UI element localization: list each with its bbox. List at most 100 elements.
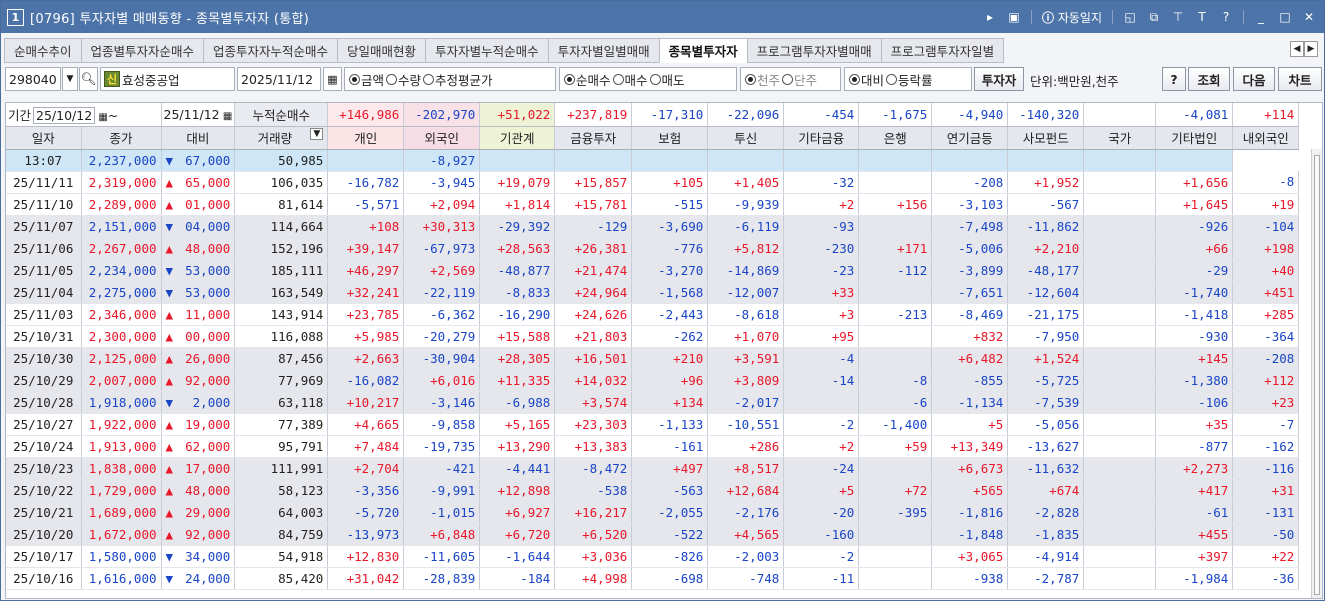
- minimize-icon[interactable]: _: [1254, 10, 1268, 24]
- scroll-thumb[interactable]: [1314, 155, 1320, 595]
- radio-rate[interactable]: [886, 73, 898, 85]
- table-row[interactable]: 25/10/30 2,125,000 ▲ 26,000 87,456 +2,663 -30,…: [6, 347, 1300, 370]
- tab-next-icon[interactable]: ▶: [1304, 41, 1318, 57]
- stock-code-input[interactable]: 298040: [5, 67, 61, 91]
- investor-value-cell: +66: [1155, 237, 1234, 260]
- table-row[interactable]: 25/11/10 2,289,000 ▲ 01,000 81,614 -5,571 +2,0…: [6, 193, 1300, 216]
- header-2[interactable]: 대비: [161, 126, 236, 150]
- help-button[interactable]: ?: [1162, 67, 1186, 91]
- table-row[interactable]: 25/10/23 1,838,000 ▲ 17,000 111,991 +2,704 -42…: [6, 457, 1300, 480]
- tab-prev-icon[interactable]: ◀: [1290, 41, 1304, 57]
- code-dropdown-icon[interactable]: ▼: [62, 67, 78, 91]
- table-row[interactable]: 25/11/06 2,267,000 ▲ 48,000 152,196 +39,147 -6…: [6, 237, 1300, 260]
- query-button[interactable]: 조회: [1188, 67, 1230, 91]
- investor-value-cell: -1,984: [1155, 567, 1234, 590]
- table-row[interactable]: 25/11/11 2,319,000 ▲ 65,000 106,035 -16,782 -3…: [6, 171, 1300, 194]
- close-icon[interactable]: ✕: [1302, 10, 1316, 24]
- header-9[interactable]: 투신: [707, 126, 785, 150]
- font-icon[interactable]: T: [1195, 10, 1209, 24]
- auto-log-button[interactable]: ⓘ 자동일지: [1042, 9, 1102, 26]
- calendar-from-icon[interactable]: ▦: [95, 112, 107, 123]
- header-15[interactable]: 기타법인: [1155, 126, 1234, 150]
- table-row[interactable]: 25/10/27 1,922,000 ▲ 19,000 77,389 +4,665 -9,8…: [6, 413, 1300, 436]
- table-row[interactable]: 25/10/21 1,689,000 ▲ 29,000 64,003 -5,720 -1,0…: [6, 501, 1300, 524]
- radio-amount[interactable]: [349, 73, 360, 85]
- investor-value-cell: +108: [327, 215, 405, 238]
- help-icon[interactable]: ?: [1219, 10, 1233, 24]
- tab-7[interactable]: 프로그램투자자별매매: [746, 38, 881, 63]
- tab-1[interactable]: 업종별투자자순매수: [80, 38, 204, 63]
- table-row[interactable]: 25/11/04 2,275,000 ▼ 53,000 163,549 +32,241 -2…: [6, 281, 1300, 304]
- volume-cell: 63,118: [234, 391, 329, 414]
- header-1[interactable]: 종가: [81, 126, 162, 150]
- maximize-icon[interactable]: □: [1278, 10, 1292, 24]
- table-row[interactable]: 25/10/24 1,913,000 ▲ 62,000 95,791 +7,484 -19,…: [6, 435, 1300, 458]
- header-13[interactable]: 사모펀드: [1007, 126, 1085, 150]
- date-input[interactable]: 2025/11/12: [237, 67, 321, 91]
- play-icon[interactable]: ▸: [983, 10, 997, 24]
- vertical-scrollbar[interactable]: [1311, 149, 1322, 598]
- header-5[interactable]: 외국인: [403, 126, 481, 150]
- radio-single[interactable]: [782, 73, 794, 85]
- calendar-to-icon[interactable]: ▦: [220, 111, 232, 122]
- investor-value-cell: +198: [1232, 237, 1300, 260]
- change-cell: ▲ 62,000: [161, 435, 236, 458]
- screen-icon[interactable]: ▣: [1007, 10, 1021, 24]
- header-8[interactable]: 보험: [631, 126, 709, 150]
- layout-icon[interactable]: ◱: [1123, 10, 1137, 24]
- table-row[interactable]: 25/10/22 1,729,000 ▲ 48,000 58,123 -3,356 -9,9…: [6, 479, 1300, 502]
- pin-icon[interactable]: ⊤: [1171, 10, 1185, 24]
- date-cell: 25/10/21: [6, 501, 82, 524]
- investor-value-cell: -20,279: [403, 325, 481, 348]
- table-row[interactable]: 25/11/05 2,234,000 ▼ 53,000 185,111 +46,297 +2…: [6, 259, 1300, 282]
- header-7[interactable]: 금융투자: [554, 126, 633, 150]
- table-row[interactable]: 25/10/28 1,918,000 ▼ 2,000 63,118 +10,217 -3,1…: [6, 391, 1300, 414]
- period-from[interactable]: 25/10/12: [33, 106, 96, 124]
- radio-thousand[interactable]: [745, 73, 756, 85]
- header-4[interactable]: 개인: [327, 126, 405, 150]
- table-row[interactable]: 25/10/20 1,672,000 ▲ 92,000 84,759 -13,973 +6,…: [6, 523, 1300, 546]
- header-11[interactable]: 은행: [858, 126, 933, 150]
- next-button[interactable]: 다음: [1233, 67, 1275, 91]
- header-3[interactable]: 거래량 ▼: [234, 126, 329, 150]
- investor-value-cell: -21,175: [1007, 303, 1085, 326]
- radio-diff[interactable]: [849, 73, 860, 85]
- copy-icon[interactable]: ⧉: [1147, 10, 1161, 24]
- table-row[interactable]: 25/10/31 2,300,000 ▲ 00,000 116,088 +5,985 -20…: [6, 325, 1300, 348]
- header-14[interactable]: 국가: [1083, 126, 1157, 150]
- header-6[interactable]: 기관계: [479, 126, 556, 150]
- investor-button[interactable]: 투자자: [974, 67, 1024, 91]
- radio-avg[interactable]: [423, 73, 435, 85]
- header-10[interactable]: 기타금융: [783, 126, 860, 150]
- header-12[interactable]: 연기금등: [931, 126, 1009, 150]
- period-to[interactable]: 25/11/12: [164, 107, 220, 122]
- table-row[interactable]: 25/10/16 1,616,000 ▼ 24,000 85,420 +31,042 -28…: [6, 567, 1300, 590]
- calendar-icon[interactable]: ▦: [323, 67, 342, 91]
- table-row[interactable]: 25/10/29 2,007,000 ▲ 92,000 77,969 -16,082 +6,…: [6, 369, 1300, 392]
- radio-sell[interactable]: [649, 73, 661, 85]
- table-row[interactable]: 25/10/17 1,580,000 ▼ 34,000 54,918 +12,830 -11…: [6, 545, 1300, 568]
- chart-button[interactable]: 차트: [1278, 67, 1322, 91]
- stock-name-field[interactable]: 신 효성중공업: [100, 67, 235, 91]
- table-row[interactable]: 25/11/07 2,151,000 ▼ 04,000 114,664 +108 +30,3…: [6, 215, 1300, 238]
- table-row[interactable]: 25/11/03 2,346,000 ▲ 11,000 143,914 +23,785 -6…: [6, 303, 1300, 326]
- radio-buy[interactable]: [612, 73, 624, 85]
- tab-8[interactable]: 프로그램투자자일별: [880, 38, 1005, 63]
- volume-cell: 95,791: [234, 435, 329, 458]
- table-row[interactable]: 13:07 2,237,000 ▼ 67,000 50,985 -8,927: [6, 149, 1299, 172]
- investor-value-cell: -3,103: [931, 193, 1009, 216]
- sort-dropdown-icon[interactable]: ▼: [310, 128, 324, 140]
- search-icon[interactable]: 🔍︎: [79, 67, 98, 91]
- header-16[interactable]: 내외국인: [1232, 126, 1300, 150]
- radio-qty[interactable]: [386, 73, 398, 85]
- tab-5[interactable]: 투자자별일별매매: [547, 38, 659, 63]
- header-0[interactable]: 일자: [6, 126, 82, 150]
- radio-net-buy[interactable]: [564, 73, 575, 85]
- tab-3[interactable]: 당일매매현황: [337, 38, 426, 63]
- tab-2[interactable]: 업종투자자누적순매수: [203, 38, 338, 63]
- close-price-cell: 1,689,000: [81, 501, 162, 524]
- up-arrow-icon: ▲: [165, 416, 174, 432]
- tab-0[interactable]: 순매수추이: [4, 38, 81, 63]
- tab-4[interactable]: 투자자별누적순매수: [425, 38, 548, 63]
- tab-6[interactable]: 종목별투자자: [658, 38, 747, 63]
